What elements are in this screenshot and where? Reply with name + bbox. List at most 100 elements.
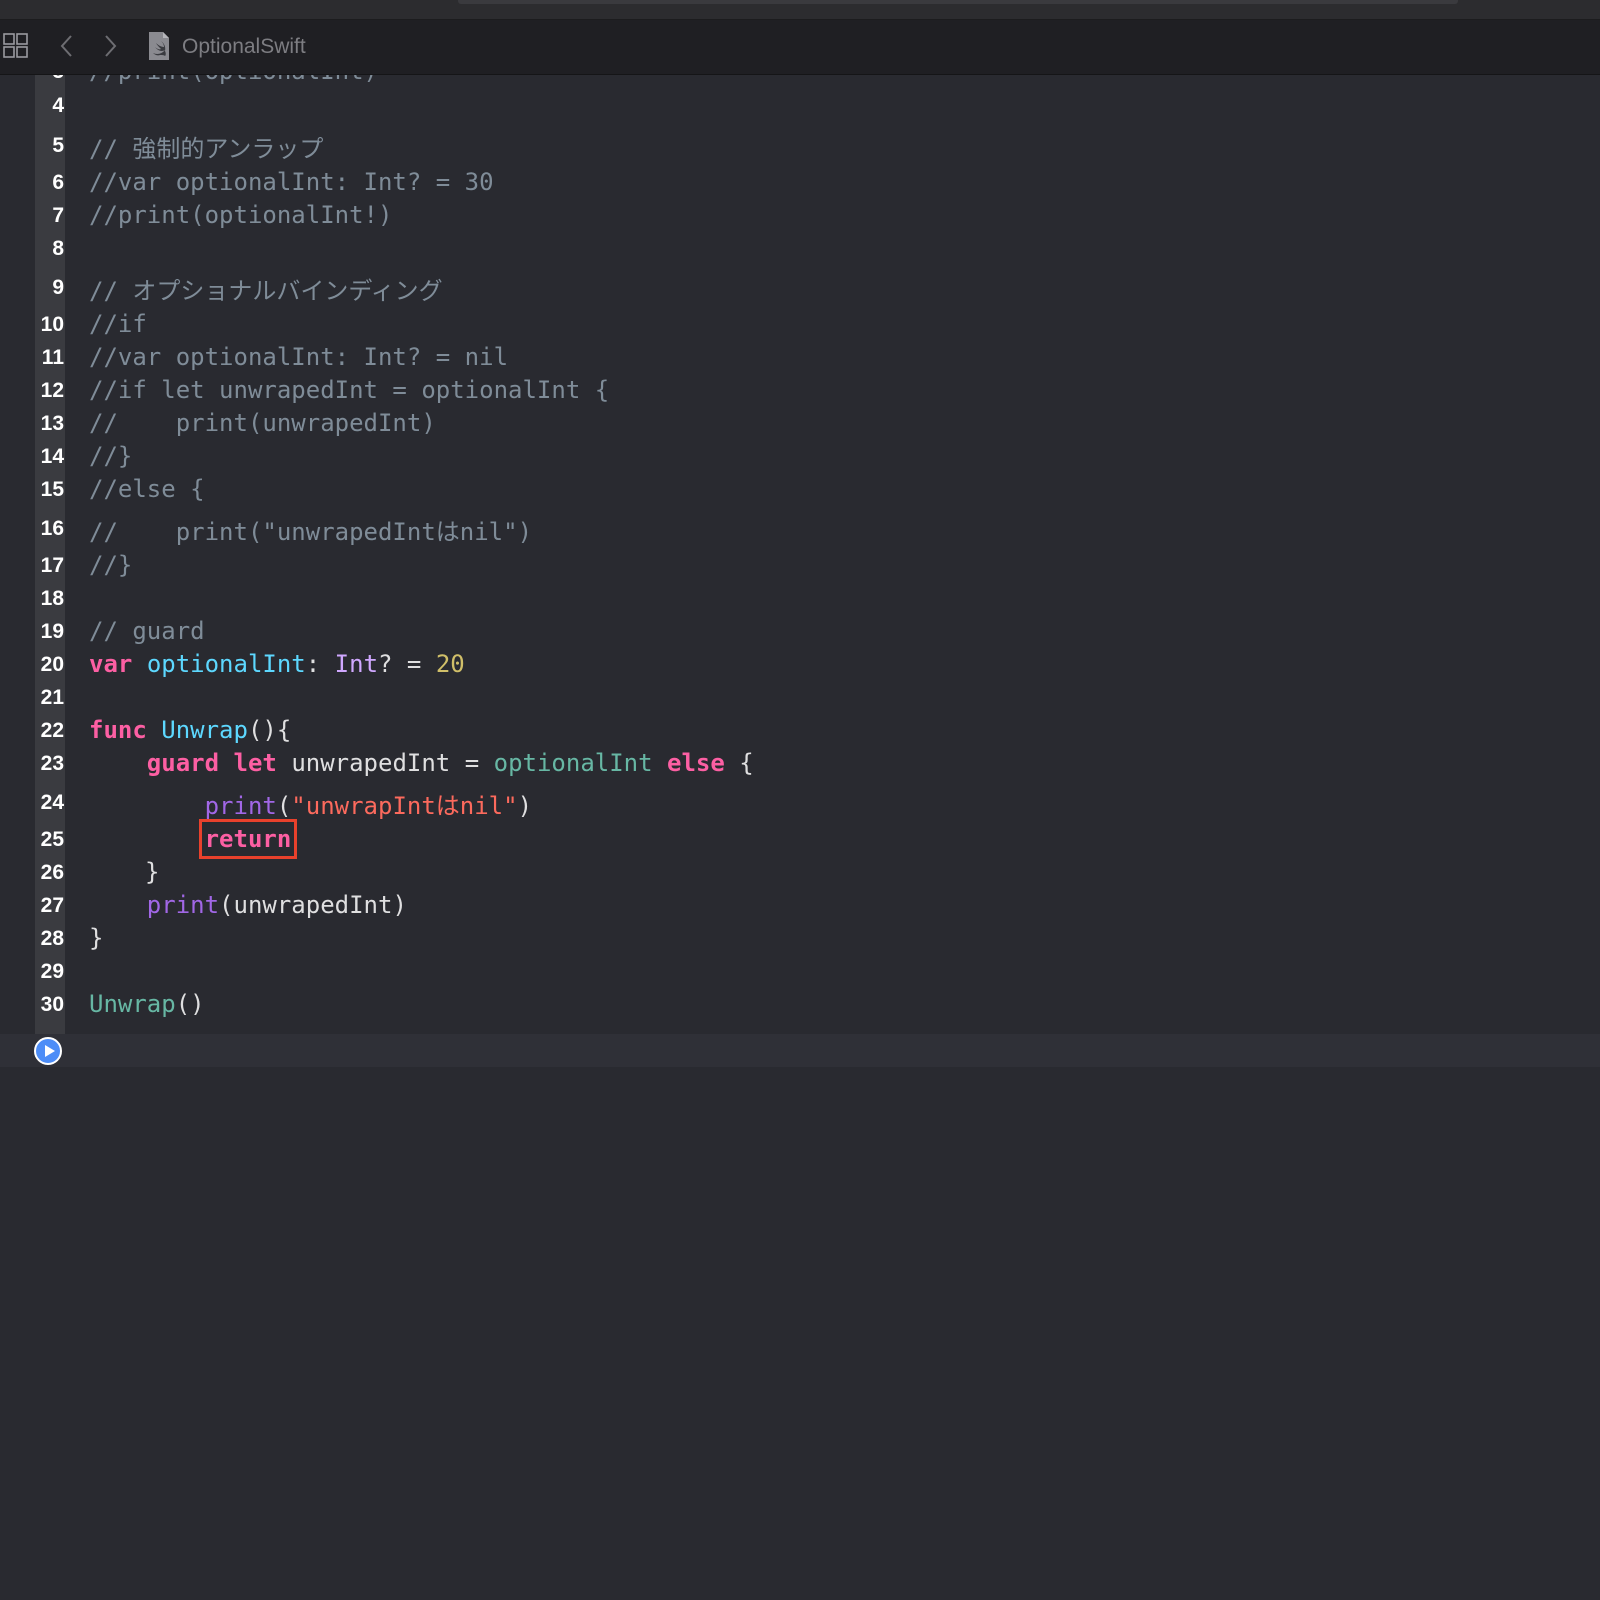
current-line-highlight[interactable] bbox=[0, 1034, 1600, 1067]
line-number: 20 bbox=[40, 653, 64, 676]
code-line-26: 26 } bbox=[0, 856, 1600, 889]
code-line-19: 19 // guard bbox=[0, 615, 1600, 648]
line-number: 7 bbox=[52, 204, 64, 227]
function-token: print bbox=[204, 792, 277, 820]
line-number: 12 bbox=[40, 379, 64, 402]
code-line-30: 30 Unwrap() bbox=[0, 988, 1600, 1021]
code-text: Unwrap() bbox=[89, 988, 205, 1021]
jump-bar: OptionalSwift bbox=[0, 20, 1600, 75]
line-number: 6 bbox=[52, 171, 64, 194]
code-line-15: 15 //else { bbox=[0, 473, 1600, 506]
window-top-bar bbox=[0, 0, 1600, 20]
code-text: print(unwrapedInt) bbox=[89, 889, 407, 922]
plain-token: (){ bbox=[247, 716, 292, 744]
code-text: //} bbox=[89, 442, 133, 470]
code-line-7: 7 //print(optionalInt!) bbox=[0, 199, 1600, 232]
breadcrumb-file-name[interactable]: OptionalSwift bbox=[182, 35, 306, 59]
code-line-24: 24 print("unwrapIntはnil") bbox=[0, 786, 1600, 820]
code-text: print("unwrapIntはnil") bbox=[89, 790, 532, 823]
code-text: } bbox=[89, 924, 104, 952]
plain-token: = bbox=[464, 749, 480, 777]
line-number: 18 bbox=[40, 587, 64, 610]
code-line-25: 25 return bbox=[0, 819, 1600, 859]
code-text: //else { bbox=[89, 475, 205, 503]
forward-chevron-icon[interactable] bbox=[101, 33, 119, 59]
line-number: 21 bbox=[40, 686, 64, 709]
code-text: // 強制的アンラップ bbox=[89, 135, 324, 163]
line-number: 3 bbox=[35, 75, 64, 88]
plain-token: { bbox=[739, 749, 754, 777]
plain-token: (unwrapedInt) bbox=[219, 891, 407, 919]
plain-token: ( bbox=[276, 792, 292, 820]
code-line-9: 9 // オプショナルバインディング bbox=[0, 271, 1600, 305]
code-line-13: 13 // print(unwrapedInt) bbox=[0, 407, 1600, 440]
line-number: 22 bbox=[40, 719, 64, 742]
code-line-16: 16 // print("unwrapedIntはnil") bbox=[0, 512, 1600, 546]
plain-token: () bbox=[175, 990, 205, 1018]
line-number: 23 bbox=[40, 752, 64, 775]
line-number: 29 bbox=[40, 960, 64, 983]
code-editor[interactable]: 3 //print(optionalInt) 4 5 // 強制的アンラップ 6… bbox=[0, 75, 1600, 1600]
code-text: // オプショナルバインディング bbox=[89, 277, 443, 305]
grid-icon[interactable] bbox=[3, 33, 29, 59]
swift-file-icon bbox=[149, 32, 169, 60]
line-number: 5 bbox=[52, 134, 64, 157]
code-line-10: 10 //if bbox=[0, 308, 1600, 341]
line-number: 25 bbox=[40, 828, 64, 851]
code-line-4: 4 bbox=[0, 89, 1600, 122]
code-line-11: 11 //var optionalInt: Int? = nil bbox=[0, 341, 1600, 374]
line-number: 24 bbox=[40, 791, 64, 814]
back-chevron-icon[interactable] bbox=[58, 33, 76, 59]
function-call-token: Unwrap bbox=[89, 990, 176, 1018]
line-number: 19 bbox=[40, 620, 64, 643]
line-number: 4 bbox=[52, 94, 64, 117]
code-text: guard let unwrapedInt = optionalInt else… bbox=[89, 747, 754, 780]
code-text: func Unwrap(){ bbox=[89, 714, 291, 747]
plain-token: : bbox=[305, 650, 321, 678]
code-line-28: 28 } bbox=[0, 922, 1600, 955]
line-number: 11 bbox=[41, 346, 64, 369]
code-line-14: 14 //} bbox=[0, 440, 1600, 473]
code-text: //print(optionalInt!) bbox=[89, 201, 393, 229]
code-line-29: 29 bbox=[0, 955, 1600, 988]
line-number: 14 bbox=[40, 445, 64, 468]
line-number: 26 bbox=[40, 861, 64, 884]
line-number: 27 bbox=[40, 894, 64, 917]
line-number: 9 bbox=[52, 276, 64, 299]
code-text: } bbox=[145, 858, 160, 886]
plain-token: ? = bbox=[378, 650, 422, 678]
variable-ref-token: optionalInt bbox=[493, 749, 653, 777]
play-icon bbox=[45, 1045, 55, 1057]
plain-token: ) bbox=[517, 792, 533, 820]
code-text: //} bbox=[89, 551, 133, 579]
code-text: // print("unwrapedIntはnil") bbox=[89, 518, 533, 546]
code-text: //if bbox=[89, 310, 147, 338]
code-line-18: 18 bbox=[0, 582, 1600, 615]
code-text: // guard bbox=[89, 617, 205, 645]
code-line-27: 27 print(unwrapedInt) bbox=[0, 889, 1600, 922]
function-token: print bbox=[146, 891, 220, 919]
keyword-token: var bbox=[89, 650, 133, 678]
code-text: var optionalInt: Int? = 20 bbox=[89, 648, 465, 681]
code-line-23: 23 guard let unwrapedInt = optionalInt e… bbox=[0, 747, 1600, 780]
string-token: "unwrapIntはnil" bbox=[291, 792, 518, 820]
run-playground-button[interactable] bbox=[34, 1037, 62, 1065]
keyword-token: guard bbox=[146, 749, 220, 777]
code-line-22: 22 func Unwrap(){ bbox=[0, 714, 1600, 747]
code-line-3: 3 //print(optionalInt) bbox=[0, 75, 1600, 88]
line-number: 13 bbox=[40, 412, 64, 435]
code-line-12: 12 //if let unwrapedInt = optionalInt { bbox=[0, 374, 1600, 407]
line-number: 28 bbox=[40, 927, 64, 950]
line-number: 10 bbox=[40, 313, 64, 336]
line-number: 17 bbox=[40, 554, 64, 577]
line-number: 8 bbox=[52, 237, 64, 260]
keyword-token: else bbox=[667, 749, 725, 777]
keyword-token: let bbox=[233, 749, 277, 777]
code-line-5: 5 // 強制的アンラップ bbox=[0, 129, 1600, 163]
highlighted-return-keyword: return bbox=[198, 819, 298, 859]
declaration-token: optionalInt bbox=[146, 650, 306, 678]
code-text: //if let unwrapedInt = optionalInt { bbox=[89, 376, 610, 404]
code-text: //var optionalInt: Int? = 30 bbox=[89, 168, 494, 196]
code-line-17: 17 //} bbox=[0, 549, 1600, 582]
toolbar-activity-area bbox=[458, 0, 1458, 4]
